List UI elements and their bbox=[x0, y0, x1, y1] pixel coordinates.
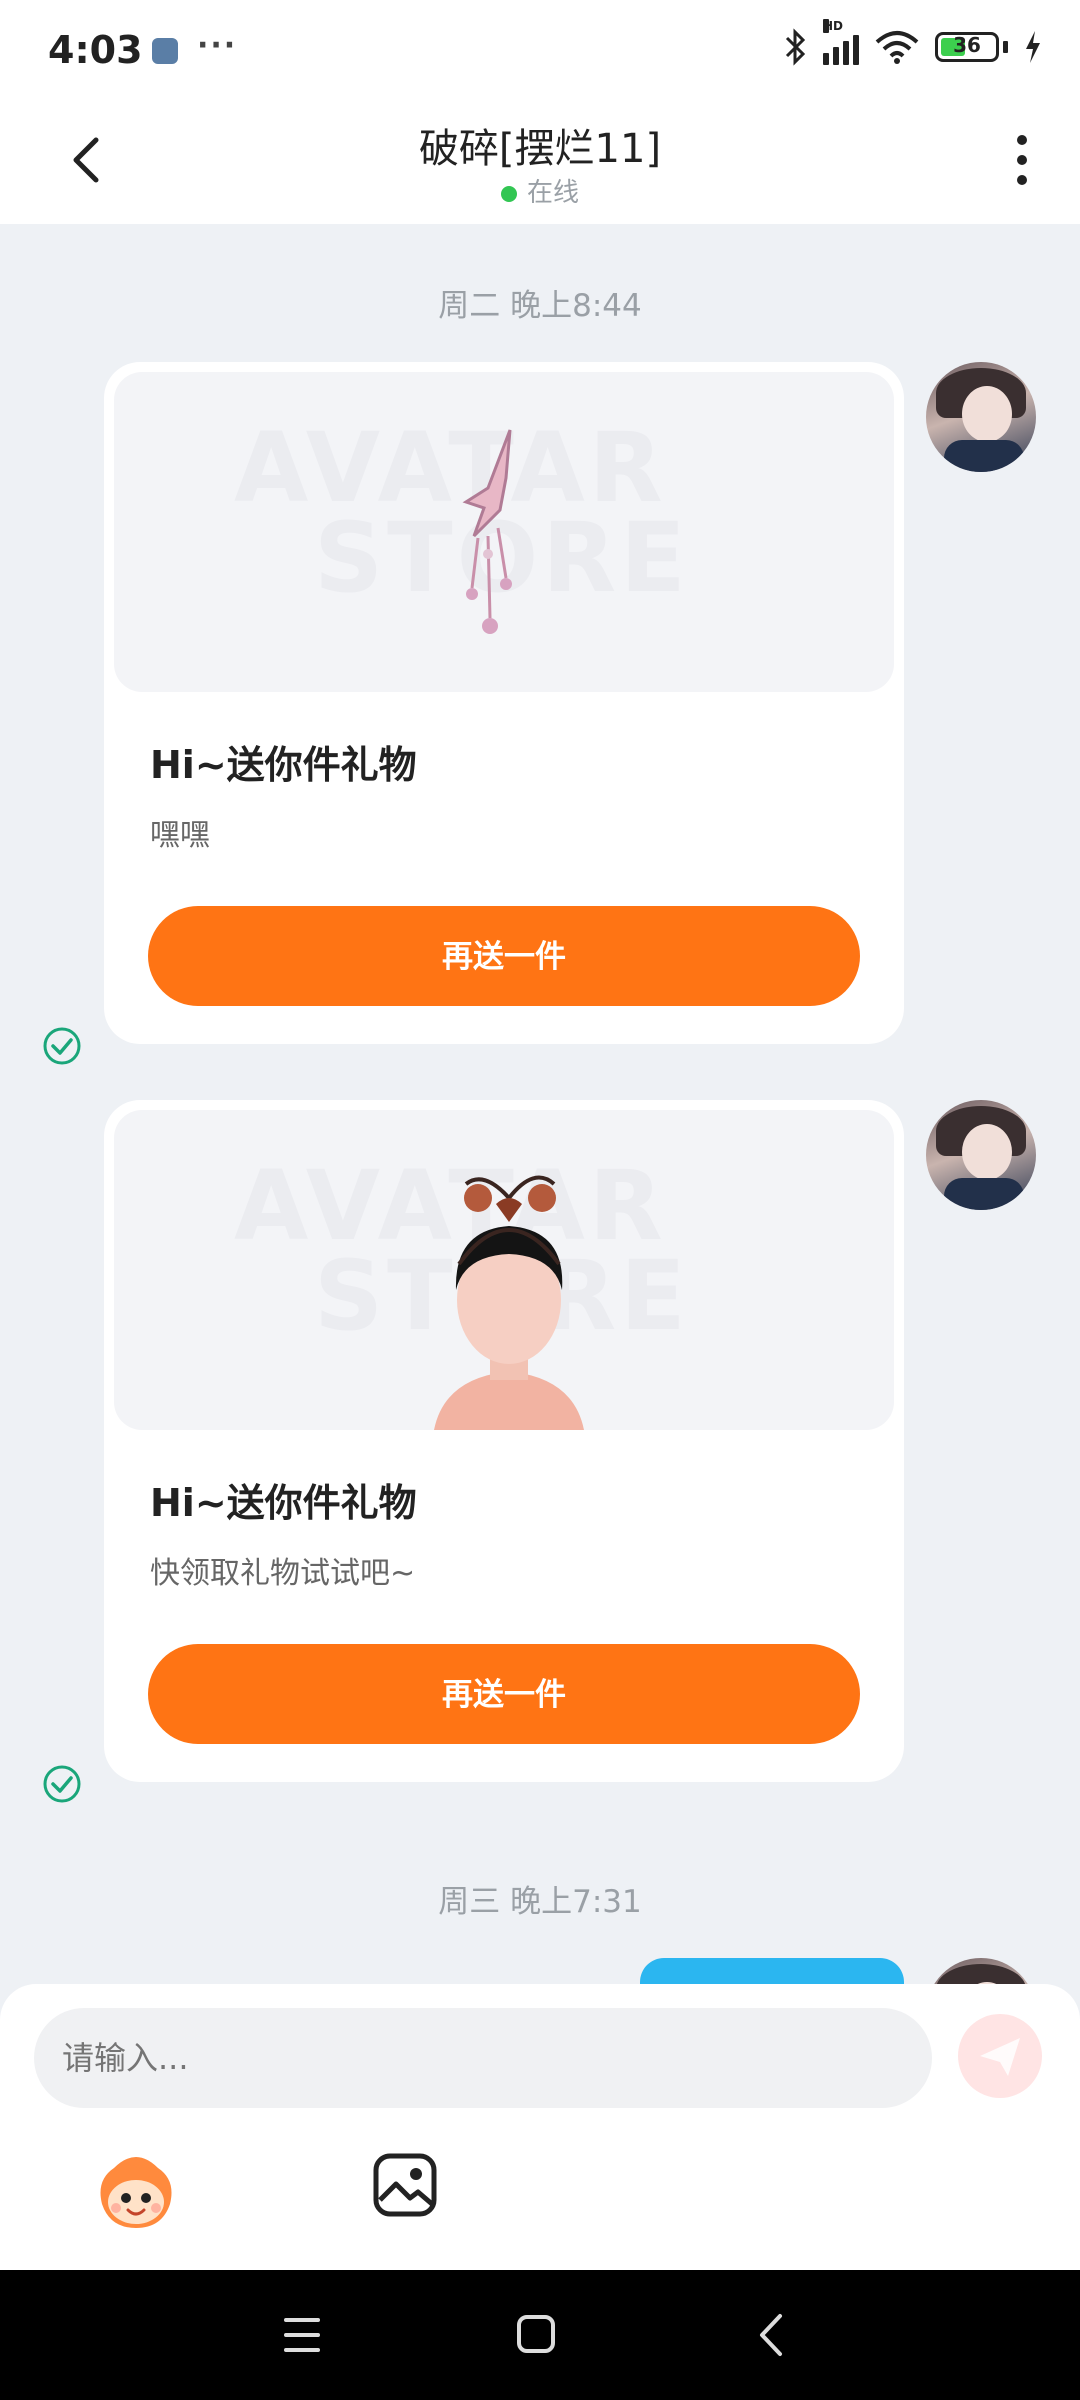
emoji-mascot-icon[interactable] bbox=[92, 2150, 180, 2230]
app-notification-icon bbox=[152, 38, 178, 64]
online-status: 在线 bbox=[0, 172, 1080, 209]
message-timestamp: 周二 晚上8:44 bbox=[438, 288, 642, 324]
status-time: 4:03 bbox=[48, 28, 143, 72]
battery-icon: 36 bbox=[935, 32, 999, 62]
status-icons: HD 36 bbox=[783, 19, 1042, 66]
send-again-button[interactable]: 再送一件 bbox=[148, 1644, 860, 1744]
online-dot-icon bbox=[500, 185, 517, 202]
composer bbox=[0, 1984, 1080, 2270]
battery-level: 36 bbox=[953, 33, 981, 57]
system-back-icon[interactable] bbox=[756, 2312, 784, 2358]
bluetooth-icon bbox=[785, 28, 806, 66]
message-input[interactable] bbox=[34, 2008, 932, 2108]
user-avatar[interactable] bbox=[926, 1100, 1036, 1210]
online-status-label: 在线 bbox=[526, 178, 579, 208]
hairpin-item-icon bbox=[462, 429, 512, 634]
send-again-button[interactable]: 再送一件 bbox=[148, 906, 860, 1006]
sent-check-icon bbox=[43, 1027, 81, 1065]
gift-card-title: Hi~送你件礼物 bbox=[150, 743, 417, 787]
charging-icon bbox=[1026, 31, 1040, 63]
more-notifications-icon: ··· bbox=[197, 28, 238, 63]
message-timestamp: 周三 晚上7:31 bbox=[438, 1884, 642, 1920]
gift-card-message: 快领取礼物试试吧~ bbox=[150, 1556, 416, 1591]
message-bubble[interactable] bbox=[640, 1958, 904, 1984]
home-icon[interactable] bbox=[516, 2314, 556, 2354]
sent-check-icon bbox=[43, 1765, 81, 1803]
network-type-label: HD bbox=[823, 19, 844, 33]
battery-tip bbox=[1003, 41, 1008, 53]
headband-avatar-icon bbox=[434, 1175, 584, 1430]
cellular-signal-icon: HD bbox=[823, 19, 859, 65]
message-list[interactable]: 周二 晚上8:44 AVATAR STORE Hi~送你件礼物 嘿嘿 再送一件 bbox=[0, 224, 1080, 1984]
user-avatar[interactable] bbox=[926, 362, 1036, 472]
chat-title: 破碎[摆烂11] bbox=[418, 126, 662, 172]
recent-apps-icon[interactable] bbox=[282, 2316, 322, 2354]
send-button[interactable] bbox=[958, 2014, 1042, 2098]
send-icon bbox=[980, 2038, 1020, 2076]
gift-card-title: Hi~送你件礼物 bbox=[150, 1481, 417, 1525]
gift-card-message: 嘿嘿 bbox=[150, 818, 210, 853]
gift-card: AVATAR STORE Hi~送你件礼物 嘿嘿 再送一件 bbox=[104, 362, 904, 1044]
image-picker-icon[interactable] bbox=[372, 2152, 438, 2218]
gift-card: AVATAR STORE Hi~送你件礼物 快领取礼物试试吧~ 再送一件 bbox=[104, 1100, 904, 1782]
system-nav-bar bbox=[0, 2270, 1080, 2400]
chat-header: 破碎[摆烂11] 在线 bbox=[0, 100, 1080, 224]
status-bar: 4:03 ··· HD 36 bbox=[0, 0, 1080, 100]
more-options-icon[interactable] bbox=[1012, 130, 1032, 190]
wifi-icon bbox=[875, 31, 919, 64]
gift-image[interactable]: AVATAR STORE bbox=[114, 372, 894, 692]
user-avatar[interactable] bbox=[926, 1958, 1036, 1984]
gift-image[interactable]: AVATAR STORE bbox=[114, 1110, 894, 1430]
